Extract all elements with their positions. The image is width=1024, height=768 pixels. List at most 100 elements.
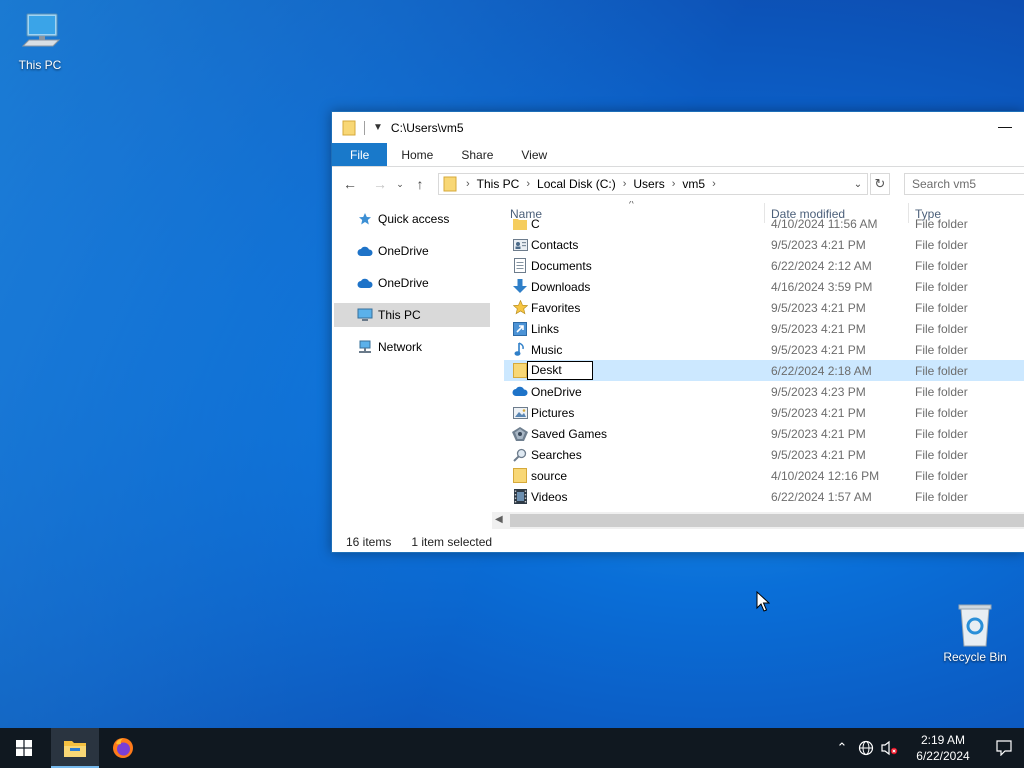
row-name: Music [531,342,563,357]
notifications-button[interactable] [984,740,1024,756]
tab-file[interactable]: File [332,143,388,166]
row-type: File folder [915,468,968,483]
tab-home[interactable]: Home [387,143,447,166]
address-bar[interactable]: › This PC › Local Disk (C:) › Users › vm… [438,173,868,195]
recent-locations-button[interactable]: ⌄ [392,179,408,190]
table-row[interactable]: Videos 6/22/2024 1:57 AM File folder [504,486,1024,507]
music-icon [512,342,528,357]
row-date: 9/5/2023 4:21 PM [771,321,866,336]
computer-icon [21,13,61,47]
rename-input[interactable]: Deskt [527,361,593,380]
quick-access-toolbar: ▼ [342,120,383,136]
table-row[interactable]: C 4/10/2024 11:56 AM File folder [504,213,1024,234]
tab-share[interactable]: Share [447,143,507,166]
taskbar-file-explorer[interactable] [51,728,99,768]
documents-icon [512,258,528,273]
mouse-cursor-icon [756,591,770,612]
refresh-button[interactable]: ↻ [870,173,890,195]
row-date: 9/5/2023 4:21 PM [771,405,866,420]
breadcrumb-vm5[interactable]: vm5 [682,177,705,191]
tab-view[interactable]: View [507,143,561,166]
nav-item-label: OneDrive [378,244,429,258]
row-name: Documents [531,258,592,273]
row-type: File folder [915,237,968,252]
ribbon-tabs: File Home Share View [332,143,1024,167]
row-date: 9/5/2023 4:21 PM [771,300,866,315]
row-date: 9/5/2023 4:21 PM [771,447,866,462]
table-row[interactable]: Pictures 9/5/2023 4:21 PM File folder [504,402,1024,423]
nav-item-this-pc[interactable]: This PC [334,303,490,327]
chevron-up-icon[interactable]: ⌃ [830,740,854,756]
table-row[interactable]: Downloads 4/16/2024 3:59 PM File folder [504,276,1024,297]
customize-qat-icon[interactable]: ▼ [373,122,383,133]
nav-item-network[interactable]: Network [332,335,492,359]
row-type: File folder [915,300,968,315]
windows-logo-icon [16,740,32,756]
firefox-icon [113,738,133,758]
row-type: File folder [915,489,968,504]
pictures-icon [512,405,528,420]
file-list: ^ Name Date modified Type C 4/10/2024 11… [504,201,1024,526]
chevron-right-icon[interactable]: › [526,178,530,190]
desktop-icon-this-pc[interactable]: This PC [2,10,78,72]
desktop-icon-recycle-bin[interactable]: Recycle Bin [937,602,1013,664]
row-type: File folder [915,258,968,273]
table-row[interactable]: Saved Games 9/5/2023 4:21 PM File folder [504,423,1024,444]
row-type: File folder [915,216,968,231]
desktop-icon-label: Recycle Bin [943,650,1007,664]
minimize-button[interactable]: — [998,118,1012,134]
scroll-left-icon[interactable]: ◀ [495,514,503,525]
row-date: 4/10/2024 12:16 PM [771,468,880,483]
forward-button[interactable]: → [368,176,392,192]
table-row[interactable]: source 4/10/2024 12:16 PM File folder [504,465,1024,486]
folder-icon [512,468,528,483]
table-row[interactable]: Searches 9/5/2023 4:21 PM File folder [504,444,1024,465]
nav-item-onedrive[interactable]: OneDrive [332,239,492,263]
scrollbar-thumb[interactable] [510,514,1024,527]
start-button[interactable] [0,728,48,768]
chevron-right-icon[interactable]: › [672,178,676,190]
nav-item-label: OneDrive [378,276,429,290]
breadcrumb-users[interactable]: Users [633,177,664,191]
horizontal-scrollbar[interactable]: ◀ [492,512,1024,529]
table-row[interactable]: Music 9/5/2023 4:21 PM File folder [504,339,1024,360]
chevron-right-icon[interactable]: › [712,178,716,190]
nav-item-label: Network [378,340,423,354]
table-row[interactable]: Links 9/5/2023 4:21 PM File folder [504,318,1024,339]
title-bar[interactable]: ▼ C:\Users\vm5 — [332,112,1024,143]
row-date: 4/10/2024 11:56 AM [771,216,878,231]
downloads-icon [512,279,528,294]
row-name: Downloads [531,279,591,294]
nav-item-quick-access[interactable]: Quick access [332,207,492,231]
breadcrumb-this-pc[interactable]: This PC [477,177,520,191]
row-type: File folder [915,405,968,420]
chevron-right-icon[interactable]: › [623,178,627,190]
star-icon [356,212,374,226]
contacts-icon [512,237,528,252]
clock[interactable]: 2:19 AM 6/22/2024 [902,732,984,764]
row-name: C [531,216,540,231]
taskbar: ⌃ 2:19 AM 6/22/2024 [0,728,1024,768]
table-row[interactable]: OneDrive 9/5/2023 4:23 PM File folder [504,381,1024,402]
search-input[interactable]: Search vm5 [904,173,1024,195]
row-date: 6/22/2024 2:12 AM [771,258,872,273]
network-globe-icon[interactable] [854,740,878,756]
table-row[interactable]: Favorites 9/5/2023 4:21 PM File folder [504,297,1024,318]
up-button[interactable]: ↑ [408,176,432,192]
volume-muted-icon[interactable] [878,740,902,756]
table-row-selected[interactable]: Deskt 6/22/2024 2:18 AM File folder [504,360,1024,381]
breadcrumb-local-disk[interactable]: Local Disk (C:) [537,177,616,191]
network-icon [356,340,374,354]
taskbar-firefox[interactable] [99,728,147,768]
address-row: ← → ⌄ ↑ › This PC › Local Disk (C:) › Us… [332,167,1024,201]
saved-games-icon [512,426,528,441]
row-type: File folder [915,447,968,462]
chevron-down-icon[interactable]: ⌄ [849,174,867,194]
back-button[interactable]: ← [338,176,362,192]
table-row[interactable]: Documents 6/22/2024 2:12 AM File folder [504,255,1024,276]
folder-icon [342,120,356,135]
table-row[interactable]: Contacts 9/5/2023 4:21 PM File folder [504,234,1024,255]
nav-item-onedrive[interactable]: OneDrive [332,271,492,295]
chevron-right-icon[interactable]: › [466,178,470,190]
breadcrumb: › This PC › Local Disk (C:) › Users › vm… [459,177,723,191]
